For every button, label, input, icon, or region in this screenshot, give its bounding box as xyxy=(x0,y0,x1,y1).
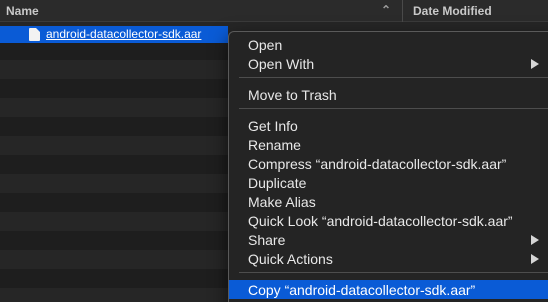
sort-ascending-icon[interactable]: ⌃ xyxy=(381,3,391,17)
submenu-arrow-icon xyxy=(531,59,539,69)
menu-item-label: Get Info xyxy=(248,118,298,134)
document-icon xyxy=(29,28,40,41)
menu-item-quick-actions[interactable]: Quick Actions xyxy=(229,249,548,268)
menu-item-get-info[interactable]: Get Info xyxy=(229,116,548,135)
menu-item-label: Duplicate xyxy=(248,175,307,191)
menu-item-label: Move to Trash xyxy=(248,87,337,103)
context-menu: Open Open With Move to Trash Get Info Re… xyxy=(228,31,548,302)
menu-separator xyxy=(239,272,548,273)
menu-item-move-to-trash[interactable]: Move to Trash xyxy=(229,85,548,104)
submenu-arrow-icon xyxy=(531,235,539,245)
date-modified-column-header[interactable]: Date Modified xyxy=(413,4,492,18)
menu-item-label: Open With xyxy=(248,56,315,72)
menu-item-label: Copy “android-datacollector-sdk.aar” xyxy=(248,282,476,298)
menu-item-label: Rename xyxy=(248,137,301,153)
menu-item-compress[interactable]: Compress “android-datacollector-sdk.aar” xyxy=(229,154,548,173)
menu-item-rename[interactable]: Rename xyxy=(229,135,548,154)
finder-window: Name ⌃ Date Modified android-datacollect… xyxy=(0,0,548,302)
menu-item-copy[interactable]: Copy “android-datacollector-sdk.aar” xyxy=(229,280,548,299)
menu-separator xyxy=(239,77,548,78)
menu-item-label: Quick Actions xyxy=(248,251,333,267)
menu-item-label: Open xyxy=(248,37,283,53)
name-column-header[interactable]: Name xyxy=(6,4,39,18)
menu-separator xyxy=(239,108,548,109)
column-divider[interactable] xyxy=(402,0,403,22)
menu-item-open[interactable]: Open xyxy=(229,35,548,54)
menu-item-duplicate[interactable]: Duplicate xyxy=(229,173,548,192)
menu-item-open-with[interactable]: Open With xyxy=(229,54,548,73)
menu-item-label: Quick Look “android-datacollector-sdk.aa… xyxy=(248,213,513,229)
menu-item-label: Compress “android-datacollector-sdk.aar” xyxy=(248,156,507,172)
menu-item-label: Share xyxy=(248,232,286,248)
menu-item-label: Make Alias xyxy=(248,194,316,210)
submenu-arrow-icon xyxy=(531,254,539,264)
menu-item-make-alias[interactable]: Make Alias xyxy=(229,192,548,211)
file-name[interactable]: android-datacollector-sdk.aar xyxy=(46,27,201,41)
menu-item-quick-look[interactable]: Quick Look “android-datacollector-sdk.aa… xyxy=(229,211,548,230)
selected-file-row[interactable]: android-datacollector-sdk.aar xyxy=(0,26,228,43)
menu-item-share[interactable]: Share xyxy=(229,230,548,249)
column-header: Name ⌃ Date Modified xyxy=(0,0,548,22)
